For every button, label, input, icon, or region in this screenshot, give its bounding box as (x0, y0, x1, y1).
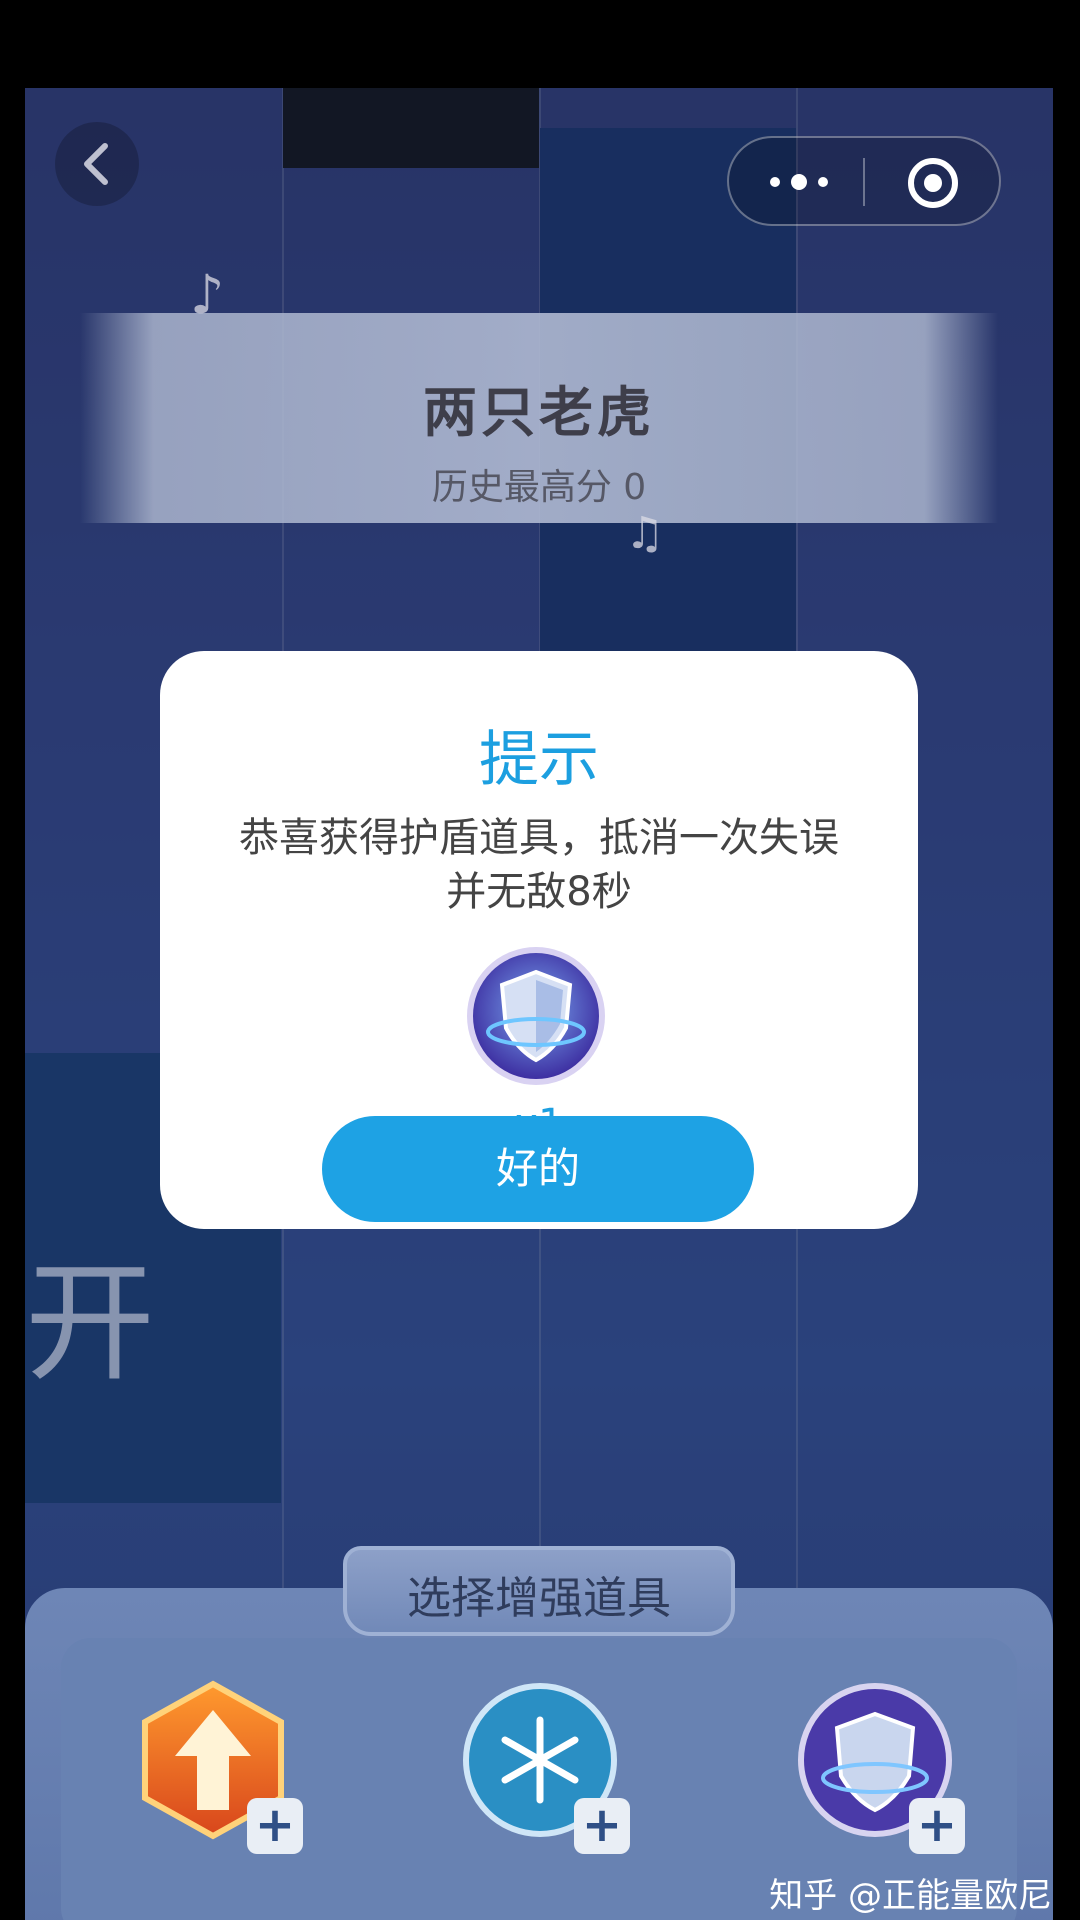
shield-icon (466, 946, 606, 1086)
music-note-icon: ♫ (625, 508, 665, 559)
add-speed-button[interactable]: + (247, 1798, 303, 1854)
dialog-message: 恭喜获得护盾道具，抵消一次失误并无敌8秒 (239, 815, 839, 915)
watermark: 知乎 @正能量欧尼 (769, 1876, 1052, 1916)
boost-panel-title: 选择增强道具 (407, 1573, 671, 1624)
music-note-icon: ♪ (190, 263, 225, 326)
mini-program-capsule (727, 136, 1001, 226)
add-freeze-button[interactable]: + (574, 1798, 630, 1854)
capsule-divider (863, 158, 865, 206)
reward-dialog: 提示 恭喜获得护盾道具，抵消一次失误并无敌8秒 x1 好的 (160, 651, 918, 1229)
dialog-title: 提示 (479, 725, 599, 795)
best-score: 历史最高分 0 (431, 467, 647, 508)
game-screen: ♪ ♫ 两只老虎 历史最高分 0 开 选择增强道具 + + + 提示 恭喜获得护… (25, 88, 1053, 1920)
chevron-left-icon (84, 143, 108, 185)
back-button[interactable] (55, 122, 139, 206)
start-label: 开 (25, 1247, 156, 1399)
song-title: 两只老虎 (423, 381, 655, 444)
ok-button[interactable]: 好的 (322, 1116, 754, 1222)
target-circle-icon[interactable] (905, 155, 961, 211)
more-dots-icon[interactable] (759, 158, 839, 206)
add-shield-button[interactable]: + (909, 1798, 965, 1854)
